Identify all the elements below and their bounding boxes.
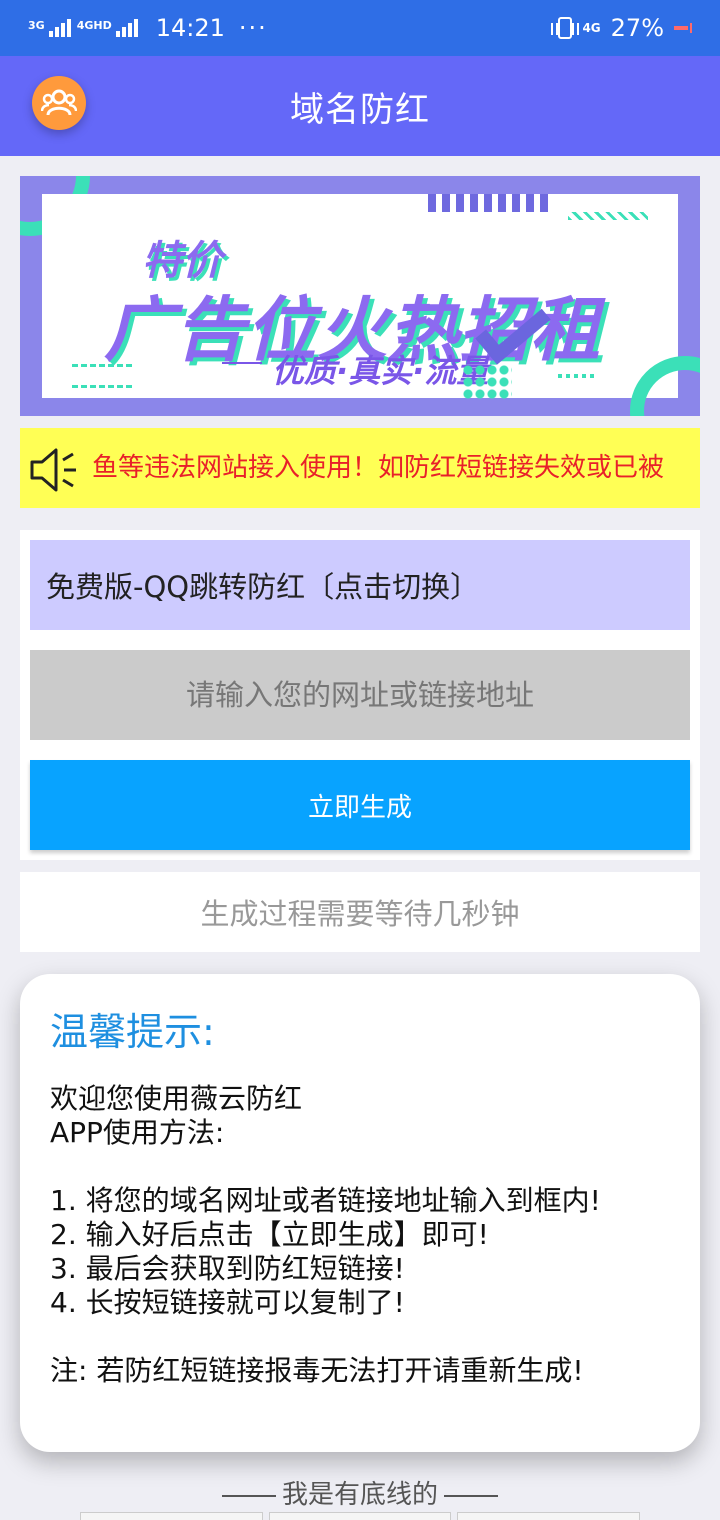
tips-line: 欢迎您使用薇云防红 <box>50 1082 303 1115</box>
bottom-nav <box>80 1512 641 1520</box>
battery-icon <box>674 23 692 33</box>
tips-line: APP使用方法: <box>50 1116 225 1149</box>
tips-title: 温馨提示: <box>50 1010 215 1054</box>
footer-text: 我是有底线的 <box>281 1480 438 1510</box>
notice-text: 鱼等违法网站接入使用！如防红短链接失效或已被 <box>92 453 665 483</box>
banner-subline: 优质·真实·流量 <box>272 352 489 390</box>
footer: 我是有底线的 <box>0 1474 720 1511</box>
ad-banner[interactable]: 特价 广告位火热招租 优质·真实·流量 <box>20 176 700 416</box>
banner-decoration <box>558 374 598 378</box>
more-notifications-icon: ··· <box>238 14 268 42</box>
divider <box>444 1494 498 1497</box>
clock: 14:21 <box>155 14 225 42</box>
network-label: 4GHD <box>76 19 112 32</box>
battery-percent: 27% <box>610 14 664 42</box>
signal-3g-icon: 3G <box>28 19 71 37</box>
network-4g-icon: 4G <box>582 21 601 35</box>
tips-line: 4. 长按短链接就可以复制了! <box>50 1286 405 1319</box>
signal-4g-icon: 4GHD <box>77 19 138 37</box>
network-label: 3G <box>28 19 45 32</box>
tips-line: 注: 若防红短链接报毒无法打开请重新生成! <box>50 1354 584 1387</box>
generate-button[interactable]: 立即生成 <box>30 760 690 850</box>
status-bar: 3G 4GHD 14:21 ··· 4G 27% <box>0 0 720 56</box>
banner-decoration <box>72 364 132 388</box>
bottom-nav-item[interactable] <box>457 1512 641 1520</box>
divider <box>221 1494 276 1497</box>
user-group-icon[interactable] <box>32 76 86 130</box>
bottom-nav-item[interactable] <box>80 1512 263 1520</box>
vibrate-icon <box>551 17 580 39</box>
banner-decoration <box>222 362 262 364</box>
page-title: 域名防红 <box>290 89 430 130</box>
tips-line: 2. 输入好后点击【立即生成】即可! <box>50 1218 489 1251</box>
banner-content: 特价 广告位火热招租 优质·真实·流量 <box>42 194 678 400</box>
app-bar: 域名防红 <box>0 56 720 156</box>
bottom-nav-item[interactable] <box>268 1512 452 1520</box>
mode-switch-button[interactable]: 免费版-QQ跳转防红〔点击切换〕 <box>30 540 690 630</box>
speaker-icon <box>26 446 82 494</box>
wait-hint: 生成过程需要等待几秒钟 <box>20 872 700 952</box>
link-generator-form: 免费版-QQ跳转防红〔点击切换〕 立即生成 <box>20 530 700 860</box>
tips-line: 3. 最后会获取到防红短链接! <box>50 1252 405 1285</box>
banner-decoration <box>428 194 548 212</box>
banner-decoration <box>462 364 512 400</box>
tips-line: 1. 将您的域名网址或者链接地址输入到框内! <box>50 1184 601 1217</box>
url-input[interactable] <box>30 650 690 740</box>
notice-marquee[interactable]: 鱼等违法网站接入使用！如防红短链接失效或已被 <box>20 428 700 508</box>
banner-decoration <box>568 212 648 220</box>
tips-card: 温馨提示: 欢迎您使用薇云防红 APP使用方法: 1. 将您的域名网址或者链接地… <box>20 974 700 1452</box>
